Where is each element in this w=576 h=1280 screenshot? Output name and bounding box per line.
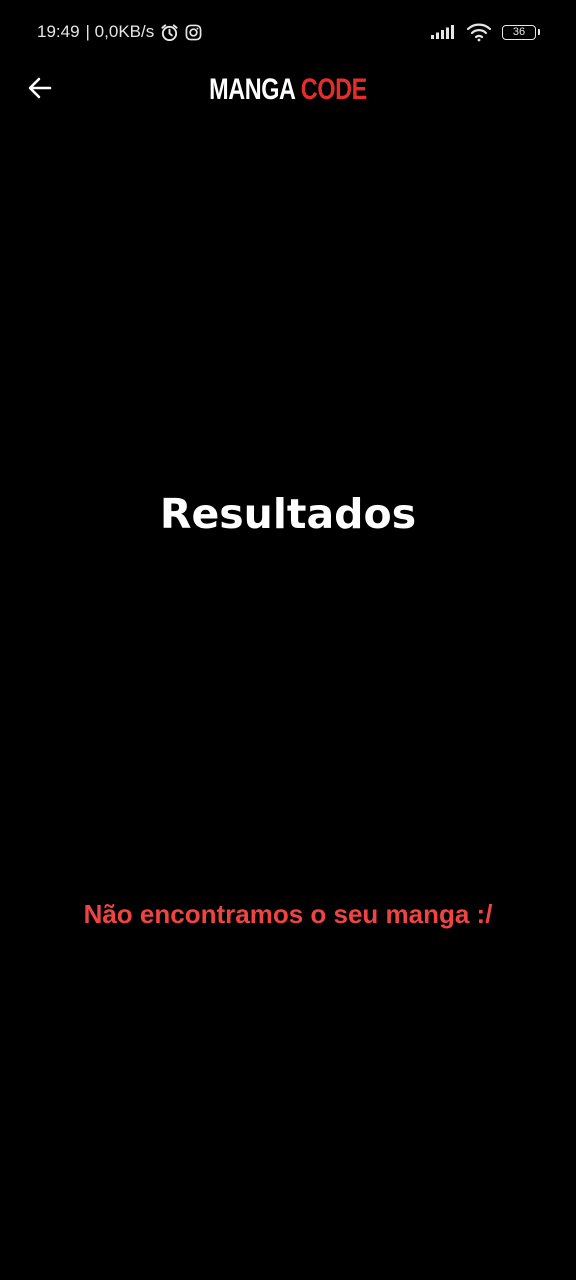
status-right: 36 — [430, 20, 540, 44]
back-button[interactable] — [20, 72, 60, 108]
app-bar: MANGA CODE — [0, 62, 576, 118]
battery-icon: 36 — [502, 24, 540, 40]
battery-level: 36 — [512, 25, 526, 38]
empty-results-message: Não encontramos o seu manga :/ — [83, 899, 493, 929]
logo-code: CODE — [300, 73, 367, 106]
arrow-left-icon — [26, 74, 54, 107]
battery-tip — [538, 28, 540, 35]
page-title: Resultados — [159, 490, 417, 538]
signal-icon — [430, 24, 456, 40]
wifi-icon — [466, 22, 492, 42]
alarm-icon — [160, 23, 179, 42]
status-left: 19:49 | 0,0KB/s — [37, 19, 202, 45]
status-time: 19:49 — [37, 22, 80, 41]
status-network-speed: | 0,0KB/s — [85, 22, 155, 41]
status-bar: 19:49 | 0,0KB/s 36 — [0, 0, 576, 62]
app-logo: MANGA CODE — [63, 70, 512, 110]
instagram-icon — [185, 24, 202, 41]
logo-manga: MANGA — [209, 73, 301, 106]
